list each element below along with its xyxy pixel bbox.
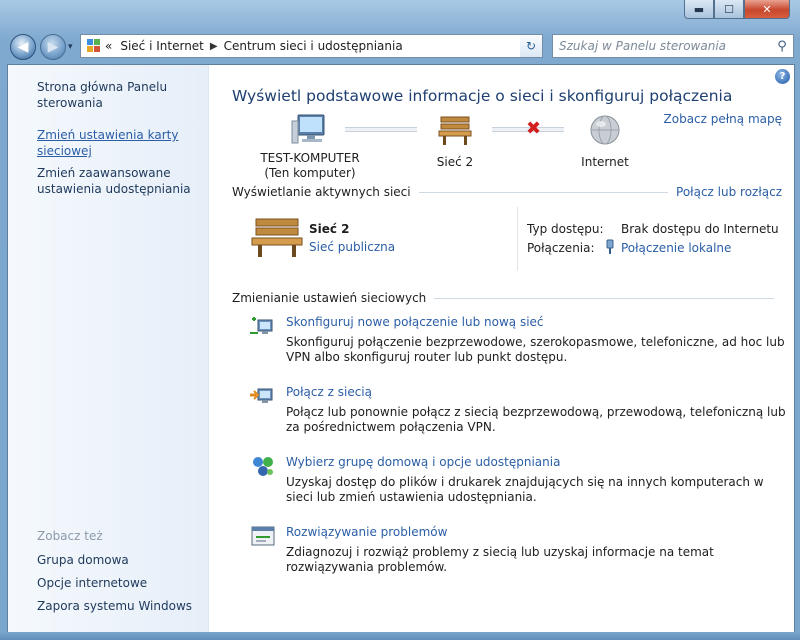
computer-subtitle: (Ten komputer) <box>264 166 356 180</box>
task-title-link[interactable]: Rozwiązywanie problemów <box>286 525 447 539</box>
change-settings-header: Zmienianie ustawień sieciowych <box>232 291 782 305</box>
globe-icon <box>590 115 620 145</box>
history-dropdown[interactable]: ▾ <box>68 42 73 52</box>
close-button[interactable]: ✕ <box>744 0 790 19</box>
main-panel: ? Wyświetl podstawowe informacje o sieci… <box>208 65 794 633</box>
search-icon[interactable]: ⚲ <box>771 39 793 54</box>
address-bar[interactable]: « Sieć i Internet ▶ Centrum sieci i udos… <box>80 34 542 58</box>
forward-button[interactable]: ▶ <box>40 34 66 60</box>
see-also-internet-options-link[interactable]: Opcje internetowe <box>37 575 197 591</box>
breadcrumb-network-internet[interactable]: Sieć i Internet <box>120 39 204 53</box>
breadcrumb-network-center[interactable]: Centrum sieci i udostępniania <box>224 39 403 53</box>
map-internet-label: Internet <box>581 155 629 169</box>
homegroup-icon <box>253 457 273 476</box>
address-chevrons[interactable]: « <box>105 39 112 53</box>
ethernet-plug-icon <box>606 239 614 254</box>
access-type-value: Brak dostępu do Internetu <box>621 222 779 236</box>
content-area: Strona główna Panelu sterowania Zmień us… <box>7 64 795 634</box>
sidebar-adapter-settings-link[interactable]: Zmień ustawienia karty sieciowej <box>37 127 197 159</box>
see-also-firewall-link[interactable]: Zapora systemu Windows <box>37 598 197 614</box>
map-computer-node[interactable]: TEST-KOMPUTER (Ten komputer) <box>260 113 360 181</box>
task-title-link[interactable]: Połącz z siecią <box>286 385 372 399</box>
access-type-label: Typ dostępu: <box>527 222 604 236</box>
connect-disconnect-link[interactable]: Połącz lub rozłącz <box>676 185 782 199</box>
task-description: Skonfiguruj połączenie bezprzewodowe, sz… <box>286 335 785 364</box>
task-title-link[interactable]: Skonfiguruj nowe połączenie lub nową sie… <box>286 315 544 329</box>
vertical-divider <box>517 207 518 271</box>
computer-icon <box>291 114 325 144</box>
active-network-name: Sieć 2 <box>309 222 350 236</box>
computer-name: TEST-KOMPUTER <box>260 151 360 165</box>
connections-label: Połączenia: <box>527 241 595 255</box>
sidebar-home-link[interactable]: Strona główna Panelu sterowania <box>37 79 197 111</box>
troubleshoot-icon <box>251 526 275 546</box>
local-connection-link[interactable]: Połączenie lokalne <box>621 241 731 255</box>
new-connection-icon <box>250 317 273 334</box>
public-network-bench-icon[interactable] <box>250 215 304 259</box>
refresh-button[interactable]: ↻ <box>520 34 543 58</box>
breadcrumb-separator-icon[interactable]: ▶ <box>210 41 218 52</box>
map-link-computer-network <box>345 127 417 132</box>
network-type-link[interactable]: Sieć publiczna <box>309 240 395 254</box>
window-frame: ▬ ☐ ✕ ◀ ▶ ▾ « Sieć i Internet ▶ Centrum … <box>0 0 800 640</box>
help-icon[interactable]: ? <box>775 69 790 84</box>
control-panel-icon <box>87 39 101 53</box>
active-networks-header: Wyświetlanie aktywnych sieci Połącz lub … <box>232 185 782 199</box>
search-input[interactable]: Szukaj w Panelu sterowania <box>553 39 771 53</box>
navigation-bar: ◀ ▶ ▾ « Sieć i Internet ▶ Centrum sieci … <box>8 30 794 62</box>
see-also-heading: Zobacz też <box>37 529 103 543</box>
change-settings-title: Zmienianie ustawień sieciowych <box>232 291 427 305</box>
task-description: Uzyskaj dostęp do plików i drukarek znaj… <box>286 475 764 504</box>
bench-icon <box>438 116 472 145</box>
maximize-button[interactable]: ☐ <box>714 0 744 19</box>
window-caption-buttons: ▬ ☐ ✕ <box>684 0 790 19</box>
task-description: Zdiagnozuj i rozwiąż problemy z siecią l… <box>286 545 714 574</box>
back-button[interactable]: ◀ <box>10 34 36 60</box>
task-description: Połącz lub ponownie połącz z siecią bezp… <box>286 405 786 434</box>
map-network-name: Sieć 2 <box>436 155 474 169</box>
section-divider <box>434 297 774 299</box>
map-network-node[interactable]: Sieć 2 <box>420 113 490 170</box>
sidebar-sharing-settings-link[interactable]: Zmień zaawansowane ustawienia udostępnia… <box>37 165 197 197</box>
task-title-link[interactable]: Wybierz grupę domową i opcje udostępnian… <box>286 455 560 469</box>
broken-connection-icon[interactable]: ✖ <box>526 118 541 139</box>
window-bottom-border <box>0 632 800 640</box>
active-networks-title: Wyświetlanie aktywnych sieci <box>232 185 411 199</box>
full-map-link[interactable]: Zobacz pełną mapę <box>664 112 782 126</box>
search-box[interactable]: Szukaj w Panelu sterowania ⚲ <box>552 34 794 58</box>
connect-network-icon <box>250 388 273 403</box>
section-divider <box>418 191 669 193</box>
page-title: Wyświetl podstawowe informacje o sieci i… <box>232 87 733 105</box>
minimize-button[interactable]: ▬ <box>684 0 714 19</box>
see-also-homegroup-link[interactable]: Grupa domowa <box>37 552 197 568</box>
sidebar: Strona główna Panelu sterowania Zmień us… <box>8 65 209 633</box>
map-internet-node[interactable]: Internet <box>575 113 635 170</box>
